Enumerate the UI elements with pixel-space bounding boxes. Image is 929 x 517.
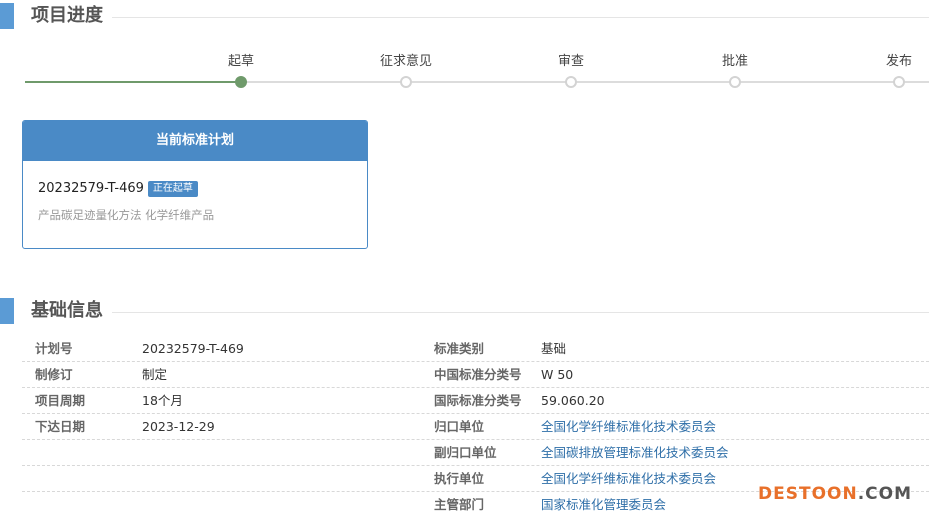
step-publish[interactable]: 发布 — [859, 50, 929, 88]
plan-code-line: 20232579-T-469 正在起草 — [38, 181, 198, 197]
step-dot — [729, 76, 741, 88]
progress-track-pending — [241, 81, 929, 83]
field-label: 标准类别 — [434, 341, 485, 356]
step-review[interactable]: 审查 — [531, 50, 611, 88]
committee-link[interactable]: 全国化学纤维标准化技术委员会 — [541, 466, 716, 492]
info-row: 计划号 20232579-T-469 标准类别 基础 — [22, 336, 929, 362]
section-divider — [112, 17, 929, 18]
progress-section-title: 项目进度 — [31, 5, 103, 26]
step-dot-active — [235, 76, 247, 88]
field-label: 副归口单位 — [434, 445, 497, 460]
committee-link[interactable]: 全国化学纤维标准化技术委员会 — [541, 414, 716, 440]
field-label: 国际标准分类号 — [434, 393, 522, 408]
field-label: 中国标准分类号 — [434, 367, 522, 382]
plan-description: 产品碳足迹量化方法 化学纤维产品 — [38, 208, 215, 222]
field-label: 项目周期 — [35, 393, 86, 408]
field-label: 下达日期 — [35, 419, 86, 434]
info-row: 项目周期 18个月 国际标准分类号 59.060.20 — [22, 388, 929, 414]
committee-link[interactable]: 全国碳排放管理标准化技术委员会 — [541, 440, 729, 466]
progress-stepper: 起草 征求意见 审查 批准 发布 — [0, 50, 929, 90]
info-section-title: 基础信息 — [31, 300, 103, 321]
field-label: 归口单位 — [434, 419, 485, 434]
progress-section-header: 项目进度 — [0, 3, 929, 29]
watermark-logo: DESTOON.COM — [758, 484, 912, 504]
field-value: 59.060.20 — [541, 393, 605, 408]
field-value: 18个月 — [142, 393, 183, 408]
info-row: 制修订 制定 中国标准分类号 W 50 — [22, 362, 929, 388]
info-row: 下达日期 2023-12-29 归口单位 全国化学纤维标准化技术委员会 — [22, 414, 929, 440]
field-label: 制修订 — [35, 367, 73, 382]
step-dot — [400, 76, 412, 88]
step-draft[interactable]: 起草 — [201, 50, 281, 88]
step-dot — [565, 76, 577, 88]
field-label: 主管部门 — [434, 497, 485, 512]
step-label: 批准 — [721, 54, 748, 69]
field-label: 计划号 — [35, 341, 73, 356]
current-plan-card[interactable]: 当前标准计划 20232579-T-469 正在起草 产品碳足迹量化方法 化学纤维… — [22, 120, 368, 249]
field-value: 20232579-T-469 — [142, 341, 244, 356]
step-consultation[interactable]: 征求意见 — [366, 50, 446, 88]
plan-card-header: 当前标准计划 — [23, 121, 367, 161]
info-section-header: 基础信息 — [0, 298, 929, 324]
plan-code: 20232579-T-469 — [38, 181, 144, 196]
authority-link[interactable]: 国家标准化管理委员会 — [541, 492, 666, 517]
field-value: W 50 — [541, 367, 574, 382]
step-label: 起草 — [227, 54, 254, 69]
field-value: 制定 — [142, 367, 168, 382]
field-value: 2023-12-29 — [142, 419, 215, 434]
watermark-brand: DESTOON — [758, 484, 858, 504]
watermark-tld: .COM — [857, 484, 913, 504]
section-accent-bar — [0, 3, 14, 29]
field-value: 基础 — [541, 341, 567, 356]
status-badge: 正在起草 — [147, 181, 198, 197]
section-accent-bar — [0, 298, 14, 324]
section-divider — [112, 312, 929, 313]
step-label: 发布 — [885, 54, 912, 69]
step-dot — [893, 76, 905, 88]
info-row: 副归口单位 全国碳排放管理标准化技术委员会 — [22, 440, 929, 466]
step-approval[interactable]: 批准 — [695, 50, 775, 88]
step-label: 征求意见 — [379, 54, 432, 69]
step-label: 审查 — [557, 54, 584, 69]
progress-track-completed — [25, 81, 241, 83]
field-label: 执行单位 — [434, 471, 485, 486]
